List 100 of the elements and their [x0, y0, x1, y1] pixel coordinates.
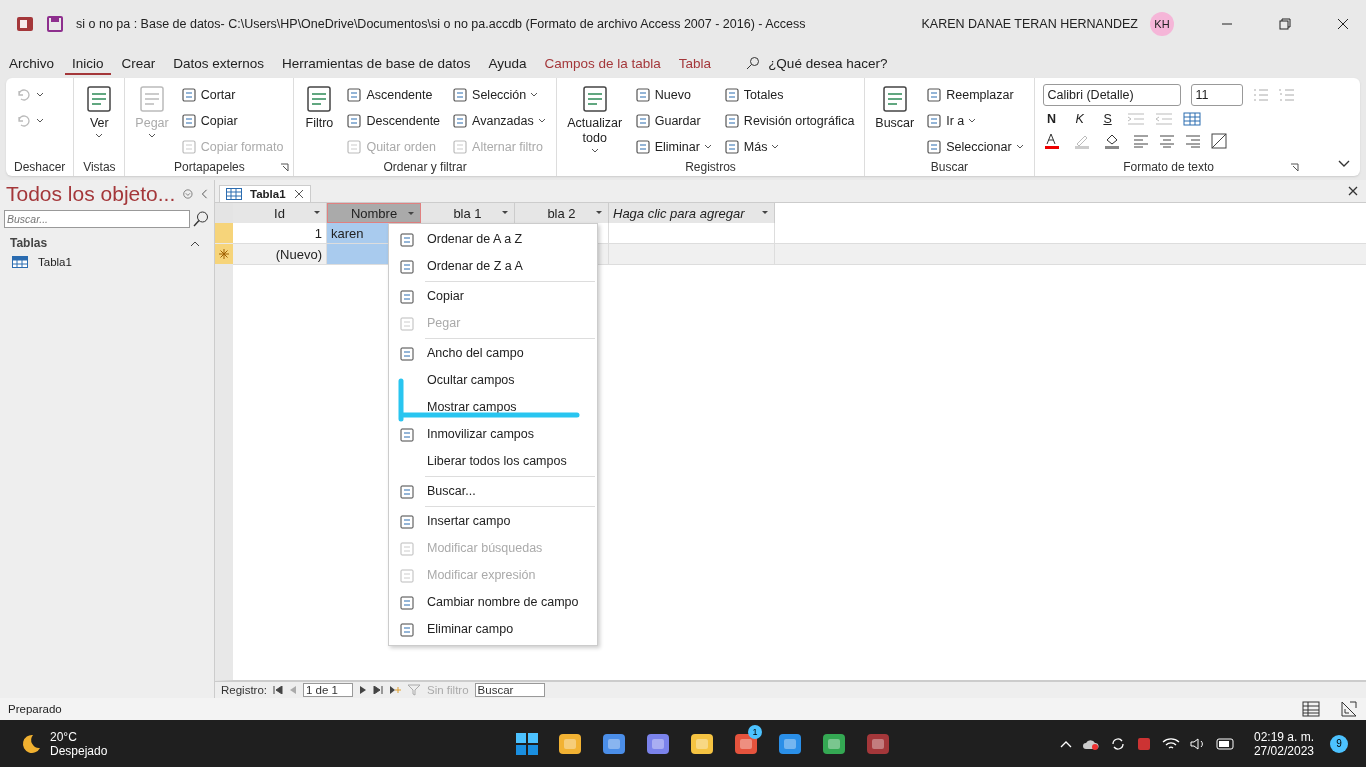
align-left-icon[interactable] [1132, 134, 1149, 148]
restore-icon[interactable] [1279, 18, 1291, 30]
ribbon-button[interactable]: Ir a [924, 110, 1026, 132]
menu-item[interactable]: Buscar... [427, 484, 476, 499]
dialog-launcher-icon[interactable] [280, 162, 290, 172]
ribbon-tab[interactable]: Archivo [2, 51, 61, 75]
collapse-icon[interactable] [190, 239, 200, 247]
ribbon-button[interactable]: Totales [721, 84, 857, 106]
ribbon-button[interactable]: Revisión ortográfica [721, 110, 857, 132]
speaker-icon[interactable] [1189, 736, 1206, 751]
ribbon-tab[interactable]: Campos de la tabla [537, 51, 668, 75]
ribbon-button[interactable]: Selección [450, 84, 548, 106]
ribbon-button[interactable]: Filtro [302, 82, 337, 133]
arrow-icon [16, 113, 32, 129]
record-position-field[interactable]: 1 de 1 [303, 683, 354, 697]
search-icon [746, 56, 761, 70]
ribbon-tab[interactable]: Crear [114, 51, 163, 75]
filter-icon [407, 684, 422, 696]
menu-item[interactable]: Ancho del campo [427, 346, 524, 361]
battery-icon[interactable] [1215, 737, 1236, 750]
menu-item[interactable]: Insertar campo [427, 514, 511, 529]
ribbon-button[interactable]: Nuevo [632, 84, 714, 106]
next-record-icon[interactable] [359, 686, 368, 694]
app-tray-icon[interactable] [1135, 735, 1152, 752]
ribbon-tab[interactable]: Tabla [671, 51, 719, 75]
menu-item[interactable]: Ordenar de Z a A [427, 259, 523, 274]
command-icon [634, 139, 651, 155]
clock-date[interactable]: 27/02/2023 [1253, 743, 1314, 758]
section-heading[interactable]: Tablas [10, 236, 48, 250]
search-field[interactable]: Buscar [474, 683, 545, 697]
ribbon-tab[interactable]: Ayuda [481, 51, 534, 75]
collapse-pane-icon[interactable] [201, 187, 208, 201]
font-size-select[interactable]: 11 [1190, 84, 1243, 106]
search-field[interactable]: Buscar... [4, 210, 190, 228]
menu-item[interactable]: Liberar todos los campos [427, 454, 567, 469]
status-text: Preparado [8, 703, 62, 715]
first-record-icon[interactable] [273, 686, 284, 694]
menu-item[interactable]: Copiar [427, 289, 464, 304]
menu-item[interactable]: Eliminar campo [427, 622, 514, 637]
ribbon-button[interactable]: Ver [82, 82, 117, 141]
nav-item[interactable]: Tabla1 [38, 256, 72, 268]
column-header[interactable]: Haga clic para agregar [609, 203, 775, 223]
ribbon-tab[interactable]: Inicio [65, 51, 111, 75]
document-tab[interactable]: Tabla1 [219, 185, 311, 202]
ribbon-button[interactable]: Buscar [873, 82, 917, 133]
column-header[interactable]: Nombre [327, 203, 421, 223]
column-header[interactable]: bla 2 [515, 203, 609, 223]
ribbon-button[interactable]: Cortar [178, 84, 286, 106]
wifi-icon[interactable] [1161, 736, 1180, 751]
format-button[interactable]: K [1070, 112, 1089, 126]
column-header[interactable]: Id [233, 203, 327, 223]
menu-item[interactable]: Ocultar campos [427, 373, 515, 388]
ribbon-button[interactable]: Actualizar todo [564, 82, 625, 156]
ribbon-button[interactable]: Guardar [632, 110, 714, 132]
nav-pane-title[interactable]: Todos los objeto... [6, 182, 176, 206]
menu-item[interactable]: Cambiar nombre de campo [427, 595, 579, 610]
dropdown-icon[interactable] [183, 187, 194, 201]
close-icon[interactable] [1337, 18, 1349, 30]
design-view-icon[interactable] [1340, 700, 1358, 718]
format-button[interactable]: S [1098, 112, 1117, 126]
clock-time[interactable]: 02:19 a. m. [1253, 729, 1314, 744]
close-icon[interactable] [1348, 186, 1358, 196]
menu-item[interactable]: Ordenar de A a Z [427, 232, 523, 247]
ribbon-button[interactable]: Seleccionar [924, 136, 1026, 158]
ribbon-button[interactable]: Copiar [178, 110, 286, 132]
save-icon[interactable] [46, 15, 64, 33]
menu-item[interactable]: Inmovilizar campos [427, 427, 534, 442]
ribbon-button[interactable]: Avanzadas [450, 110, 548, 132]
new-record-icon[interactable] [389, 686, 402, 694]
notification-badge[interactable]: 9 [1330, 734, 1348, 753]
ribbon-button[interactable]: Reemplazar [924, 84, 1026, 106]
close-icon[interactable] [293, 189, 304, 199]
search-icon[interactable] [192, 210, 210, 228]
notification-badge: 1 [748, 724, 762, 739]
last-record-icon[interactable] [373, 686, 384, 694]
sync-icon[interactable] [1109, 735, 1126, 752]
align-center-icon[interactable] [1158, 134, 1175, 148]
ribbon-button[interactable]: Eliminar [632, 136, 714, 158]
command-icon [723, 87, 740, 103]
column-header[interactable]: bla 1 [421, 203, 515, 223]
tell-me-field[interactable]: ¿Qué desea hacer? [768, 55, 888, 71]
align-right-icon[interactable] [1184, 134, 1201, 148]
collapse-ribbon-icon[interactable] [1338, 160, 1350, 168]
menu-item[interactable]: Mostrar campos [427, 400, 517, 415]
ribbon-button[interactable]: Ascendente [344, 84, 443, 106]
alternate-row-color-icon[interactable] [1210, 133, 1227, 149]
user-avatar[interactable]: KH [1150, 12, 1174, 36]
font-select[interactable]: Calibri (Detalle) [1042, 84, 1181, 106]
ribbon-button[interactable]: Descendente [344, 110, 443, 132]
ribbon-button[interactable]: Más [721, 136, 857, 158]
ribbon-tab[interactable]: Herramientas de base de datos [275, 51, 478, 75]
chevron-up-icon[interactable] [1059, 739, 1072, 748]
ribbon-tab[interactable]: Datos externos [166, 51, 272, 75]
caret-icon [407, 211, 415, 217]
windows-icon[interactable] [515, 731, 539, 756]
command-icon [180, 87, 197, 103]
format-button[interactable]: N [1042, 112, 1061, 126]
dialog-launcher-icon[interactable] [1289, 162, 1299, 172]
datasheet-view-icon[interactable] [1302, 701, 1320, 717]
record-selector[interactable] [215, 244, 233, 264]
